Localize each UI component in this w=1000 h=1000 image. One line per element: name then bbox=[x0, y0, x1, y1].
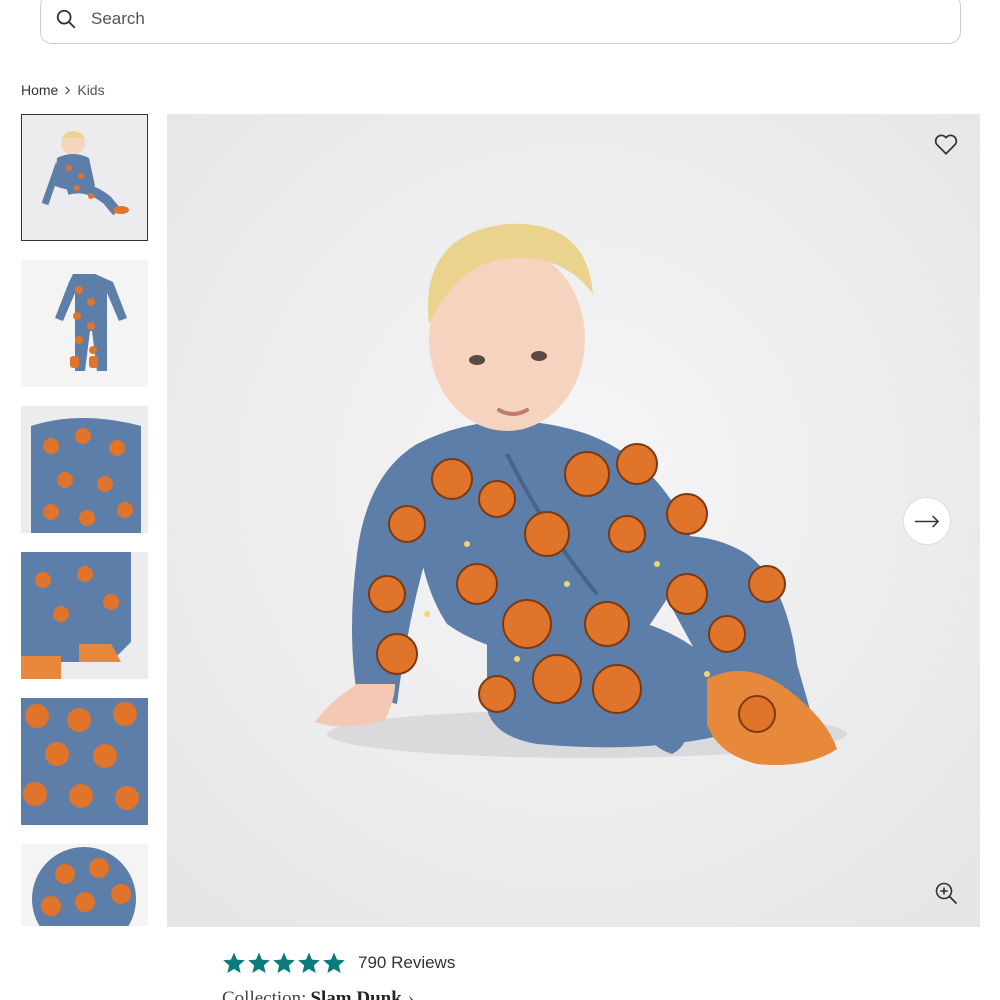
breadcrumb-current: Kids bbox=[77, 82, 105, 98]
star-icon bbox=[222, 951, 246, 975]
breadcrumb-home-link[interactable]: Home bbox=[21, 82, 58, 98]
arrow-right-icon bbox=[914, 514, 940, 528]
zoom-in-icon[interactable] bbox=[933, 880, 959, 906]
thumbnail-list bbox=[21, 114, 148, 945]
star-icon bbox=[247, 951, 271, 975]
thumbnail-flat-footie[interactable] bbox=[21, 260, 148, 387]
chevron-right-icon: › bbox=[407, 988, 415, 1000]
product-main-image[interactable] bbox=[167, 114, 980, 927]
thumbnail-baby-sitting[interactable] bbox=[21, 114, 148, 241]
star-rating bbox=[222, 951, 346, 975]
next-image-button[interactable] bbox=[903, 497, 951, 545]
chevron-right-icon bbox=[63, 85, 72, 95]
star-icon bbox=[297, 951, 321, 975]
breadcrumb: Home Kids bbox=[21, 82, 105, 98]
collection-name: Slam Dunk bbox=[310, 988, 402, 1000]
thumbnail-print-swatch[interactable] bbox=[21, 698, 148, 825]
star-icon bbox=[322, 951, 346, 975]
search-bar[interactable] bbox=[40, 0, 961, 44]
collection-label: Collection: bbox=[222, 988, 307, 1000]
star-icon bbox=[272, 951, 296, 975]
search-input[interactable] bbox=[91, 9, 891, 29]
collection-link[interactable]: Collection: Slam Dunk › bbox=[222, 988, 414, 1000]
heart-icon[interactable] bbox=[932, 130, 960, 158]
thumbnail-closeup-zipper[interactable] bbox=[21, 406, 148, 533]
rating-summary[interactable]: 790 Reviews bbox=[222, 951, 455, 975]
search-icon bbox=[55, 8, 77, 30]
thumbnail-print-circle[interactable] bbox=[21, 844, 148, 926]
review-count-link[interactable]: 790 Reviews bbox=[358, 953, 455, 973]
product-photo bbox=[167, 114, 980, 927]
thumbnail-closeup-feet[interactable] bbox=[21, 552, 148, 679]
